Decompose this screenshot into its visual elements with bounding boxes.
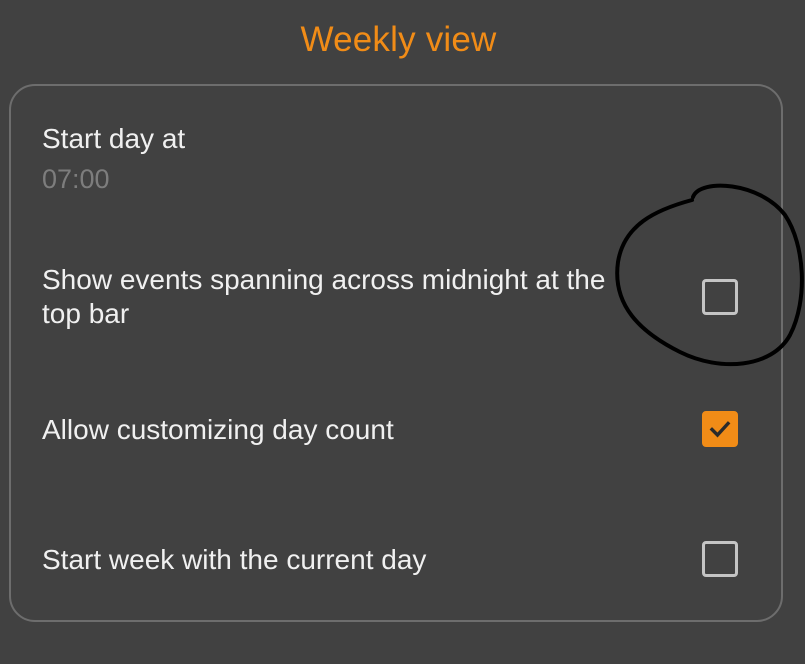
section-title: Weekly view bbox=[300, 20, 497, 59]
custom-day-count-label: Allow customizing day count bbox=[42, 414, 394, 445]
span-midnight-label-line2: top bar bbox=[42, 298, 130, 329]
start-week-current-checkbox[interactable] bbox=[702, 541, 738, 577]
start-week-current-label: Start week with the current day bbox=[42, 544, 427, 575]
checkmark-icon bbox=[709, 421, 731, 438]
span-midnight-setting[interactable]: Show events spanning across midnight at … bbox=[11, 241, 781, 351]
span-midnight-checkbox[interactable] bbox=[702, 279, 738, 315]
span-midnight-label-line1: Show events spanning across midnight at … bbox=[42, 264, 606, 295]
start-day-label: Start day at bbox=[42, 123, 186, 154]
start-week-current-setting[interactable]: Start week with the current day bbox=[11, 521, 781, 601]
weekly-view-settings-card: Start day at 07:00 Show events spanning … bbox=[9, 84, 783, 622]
start-day-setting[interactable]: Start day at 07:00 bbox=[11, 86, 781, 201]
custom-day-count-setting[interactable]: Allow customizing day count bbox=[11, 391, 781, 471]
settings-screen: Weekly view Start day at 07:00 Show even… bbox=[0, 0, 805, 664]
custom-day-count-checkbox[interactable] bbox=[702, 411, 738, 447]
start-day-value: 07:00 bbox=[42, 164, 110, 194]
